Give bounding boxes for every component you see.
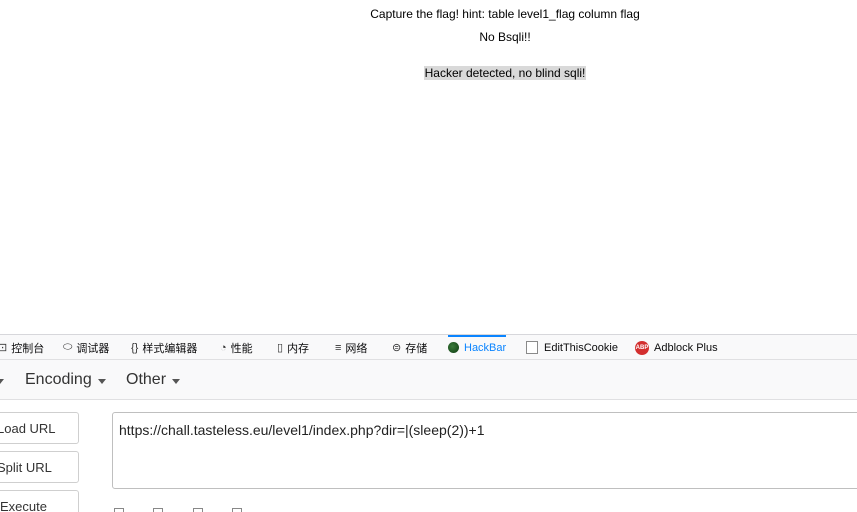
style-editor-icon: {} <box>131 341 139 354</box>
hint-text: Capture the flag! hint: table level1_fla… <box>370 7 640 21</box>
hacker-detected-highlight: Hacker detected, no blind sqli! <box>423 66 587 80</box>
performance-icon: ◔ <box>220 341 227 354</box>
menu-other[interactable]: Other <box>126 360 181 400</box>
tab-label: 样式编辑器 <box>142 342 198 355</box>
tab-editthiscookie[interactable]: EditThisCookie <box>526 335 618 360</box>
screen: Capture the flag! hint: table level1_fla… <box>0 0 857 512</box>
execute-label: Execute <box>0 498 47 512</box>
tab-label: Adblock Plus <box>654 341 718 354</box>
chevron-down-icon <box>172 378 181 384</box>
web-content: Capture the flag! hint: table level1_fla… <box>0 0 857 334</box>
cookie-icon <box>526 341 538 354</box>
tab-storage[interactable]: ⊜ 存储 <box>392 335 427 360</box>
network-icon: ≡ <box>335 341 342 354</box>
devtools-tab-bar: ⊡ 控制台 ⬭ 调试器 {} 样式编辑器 ◔ 性能 ▯ 内存 ≡ 网络 ⊜ 存储 <box>0 334 857 360</box>
tab-performance[interactable]: ◔ 性能 <box>220 335 253 360</box>
tab-label: 存储 <box>405 342 428 355</box>
tab-memory[interactable]: ▯ 内存 <box>277 335 309 360</box>
url-input[interactable] <box>112 412 857 489</box>
option-cookies[interactable] <box>232 505 250 512</box>
tab-console[interactable]: ⊡ 控制台 <box>0 335 44 360</box>
console-icon: ⊡ <box>0 342 8 354</box>
tab-label: 性能 <box>230 342 253 355</box>
chevron-down-icon <box>0 378 4 384</box>
menu-encoding[interactable]: Encoding <box>25 360 106 400</box>
split-url-label: Split URL <box>0 459 52 475</box>
option-user-agent[interactable] <box>192 505 211 512</box>
chevron-down-icon <box>97 378 106 384</box>
tab-style-editor[interactable]: {} 样式编辑器 <box>131 335 197 360</box>
tab-hackbar[interactable]: HackBar <box>448 335 507 360</box>
menu-encoding-label: Encoding <box>25 371 92 388</box>
load-url-button[interactable]: Load URL <box>0 412 79 444</box>
menu-other-label: Other <box>126 371 167 388</box>
hackbar-icon <box>448 342 459 353</box>
no-bsqli-text: No Bsqli!! <box>479 30 531 44</box>
memory-icon: ▯ <box>277 342 284 354</box>
adblock-icon: ABP <box>635 340 649 355</box>
split-url-button[interactable]: Split URL <box>0 451 79 483</box>
execute-button[interactable]: Execute <box>0 490 79 512</box>
tab-label: 内存 <box>287 342 310 355</box>
debugger-icon: ⬭ <box>63 341 73 353</box>
option-post[interactable] <box>114 505 132 512</box>
options-row <box>114 505 268 512</box>
tab-adblock-plus[interactable]: ABP Adblock Plus <box>635 335 718 360</box>
storage-icon: ⊜ <box>392 342 402 354</box>
menu-previous[interactable] <box>0 360 4 400</box>
tab-label: EditThisCookie <box>544 341 618 354</box>
tab-label: 控制台 <box>11 342 45 355</box>
load-url-label: Load URL <box>0 420 56 436</box>
hackbar-menu-bar: Encoding Other <box>0 360 857 400</box>
option-referer[interactable] <box>153 505 171 512</box>
tab-network[interactable]: ≡ 网络 <box>335 335 367 360</box>
tab-label: 网络 <box>345 342 368 355</box>
tab-label: 调试器 <box>76 342 110 355</box>
hacker-detected-text: Hacker detected, no blind sqli! <box>0 66 857 80</box>
tab-debugger[interactable]: ⬭ 调试器 <box>63 335 109 360</box>
tab-label: HackBar <box>464 341 507 354</box>
